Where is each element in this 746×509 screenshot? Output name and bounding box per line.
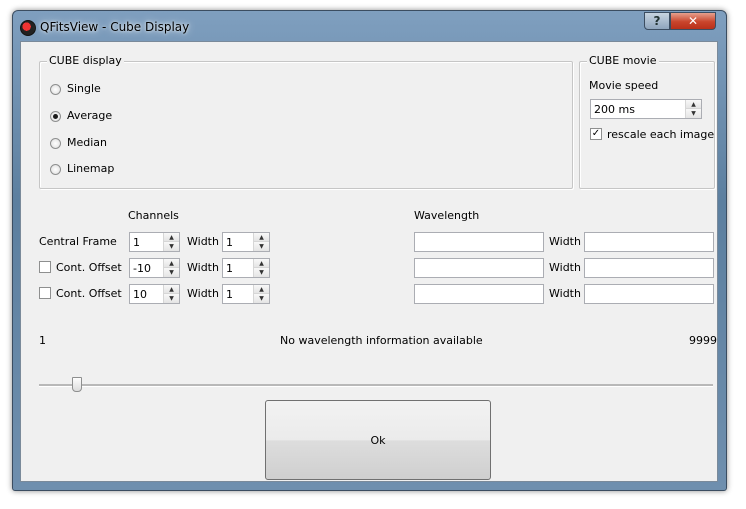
radio-linemap[interactable] xyxy=(50,164,61,175)
qfitsview-app-icon xyxy=(20,20,36,36)
central-frame-arrows: ▲ ▼ xyxy=(163,233,179,251)
radio-linemap-label: Linemap xyxy=(67,162,115,175)
window-title: QFitsView - Cube Display xyxy=(40,20,190,34)
cont-offset-1-arrows: ▲ ▼ xyxy=(163,259,179,277)
cont-offset-2-width-arrows: ▲ ▼ xyxy=(253,285,269,303)
wavelength-width-label-1: Width xyxy=(549,235,581,248)
spin-down-icon[interactable]: ▼ xyxy=(254,268,269,277)
spin-down-icon[interactable]: ▼ xyxy=(164,268,179,277)
central-width-value: 1 xyxy=(226,236,233,249)
cont-offset-1-width-value: 1 xyxy=(226,262,233,275)
spin-up-icon[interactable]: ▲ xyxy=(254,233,269,242)
help-icon: ? xyxy=(653,14,661,28)
wavelength-width-label-2: Width xyxy=(549,261,581,274)
ok-button-label: Ok xyxy=(370,433,386,447)
wavelength-width-label-3: Width xyxy=(549,287,581,300)
central-width-arrows: ▲ ▼ xyxy=(253,233,269,251)
wavelength-offset-2-field[interactable] xyxy=(414,284,544,304)
close-button[interactable]: ✕ xyxy=(670,12,716,30)
dialog-client-area: CUBE display Single Average Median Linem… xyxy=(20,41,718,482)
spin-up-icon[interactable]: ▲ xyxy=(164,259,179,268)
spin-up-icon[interactable]: ▲ xyxy=(164,233,179,242)
cont-offset-1-spinbox[interactable]: -10 ▲ ▼ xyxy=(129,258,180,278)
cont-offset-2-spinbox[interactable]: 10 ▲ ▼ xyxy=(129,284,180,304)
radio-median[interactable] xyxy=(50,138,61,149)
check-icon: ✓ xyxy=(591,128,601,139)
range-min-label: 1 xyxy=(39,334,46,347)
spin-down-icon[interactable]: ▼ xyxy=(686,109,701,118)
wavelength-offset-1-field[interactable] xyxy=(414,258,544,278)
cont-offset-1-label: Cont. Offset xyxy=(56,261,122,274)
cont-offset-2-width-spinbox[interactable]: 1 ▲ ▼ xyxy=(222,284,270,304)
channels-header: Channels xyxy=(128,209,179,222)
cont-offset-2-width-value: 1 xyxy=(226,288,233,301)
cont-offset-1-value: -10 xyxy=(133,262,151,275)
spin-down-icon[interactable]: ▼ xyxy=(254,294,269,303)
wavelength-offset-2-width-field[interactable] xyxy=(584,284,714,304)
cube-display-group-label: CUBE display xyxy=(47,54,124,67)
rescale-checkbox[interactable]: ✓ xyxy=(590,128,602,140)
radio-single-label: Single xyxy=(67,82,101,95)
range-max-label: 9999 xyxy=(689,334,717,347)
spin-up-icon[interactable]: ▲ xyxy=(164,285,179,294)
wavelength-header: Wavelength xyxy=(414,209,480,222)
cube-movie-group: CUBE movie Movie speed 200 ms ▲ ▼ ✓ resc… xyxy=(579,54,715,189)
wavelength-central-field[interactable] xyxy=(414,232,544,252)
rescale-label: rescale each image xyxy=(607,128,715,141)
spin-up-icon[interactable]: ▲ xyxy=(686,100,701,109)
spin-up-icon[interactable]: ▲ xyxy=(254,285,269,294)
radio-average[interactable] xyxy=(50,111,61,122)
cube-display-group: CUBE display Single Average Median Linem… xyxy=(39,54,573,189)
radio-single[interactable] xyxy=(50,84,61,95)
close-icon: ✕ xyxy=(687,14,699,28)
wavelength-info-text: No wavelength information available xyxy=(280,334,483,347)
spin-down-icon[interactable]: ▼ xyxy=(164,294,179,303)
cont-offset-2-label: Cont. Offset xyxy=(56,287,122,300)
movie-speed-arrows: ▲ ▼ xyxy=(685,100,701,118)
cont-offset-1-width-arrows: ▲ ▼ xyxy=(253,259,269,277)
frame-slider-thumb[interactable] xyxy=(72,377,82,392)
cont-offset-2-width-label: Width xyxy=(187,287,219,300)
cont-offset-1-checkbox[interactable] xyxy=(39,261,51,273)
movie-speed-value: 200 ms xyxy=(594,103,635,116)
cont-offset-2-arrows: ▲ ▼ xyxy=(163,285,179,303)
central-width-label: Width xyxy=(187,235,219,248)
central-frame-value: 1 xyxy=(133,236,140,249)
spin-up-icon[interactable]: ▲ xyxy=(254,259,269,268)
radio-average-label: Average xyxy=(67,109,113,122)
cont-offset-1-width-label: Width xyxy=(187,261,219,274)
central-frame-label: Central Frame xyxy=(39,235,117,248)
cont-offset-2-value: 10 xyxy=(133,288,147,301)
spin-down-icon[interactable]: ▼ xyxy=(164,242,179,251)
help-button[interactable]: ? xyxy=(644,12,670,30)
cube-movie-group-label: CUBE movie xyxy=(587,54,659,67)
movie-speed-label: Movie speed xyxy=(589,79,659,92)
radio-median-label: Median xyxy=(67,136,108,149)
title-bar[interactable]: QFitsView - Cube Display ? ✕ xyxy=(13,11,726,41)
central-width-spinbox[interactable]: 1 ▲ ▼ xyxy=(222,232,270,252)
wavelength-central-width-field[interactable] xyxy=(584,232,714,252)
ok-button[interactable]: Ok xyxy=(265,400,491,480)
spin-down-icon[interactable]: ▼ xyxy=(254,242,269,251)
wavelength-offset-1-width-field[interactable] xyxy=(584,258,714,278)
movie-speed-spinbox[interactable]: 200 ms ▲ ▼ xyxy=(590,99,702,119)
frame-slider-track[interactable] xyxy=(39,384,713,387)
cont-offset-2-checkbox[interactable] xyxy=(39,287,51,299)
central-frame-spinbox[interactable]: 1 ▲ ▼ xyxy=(129,232,180,252)
cont-offset-1-width-spinbox[interactable]: 1 ▲ ▼ xyxy=(222,258,270,278)
dialog-window: QFitsView - Cube Display ? ✕ CUBE displa… xyxy=(12,10,727,491)
